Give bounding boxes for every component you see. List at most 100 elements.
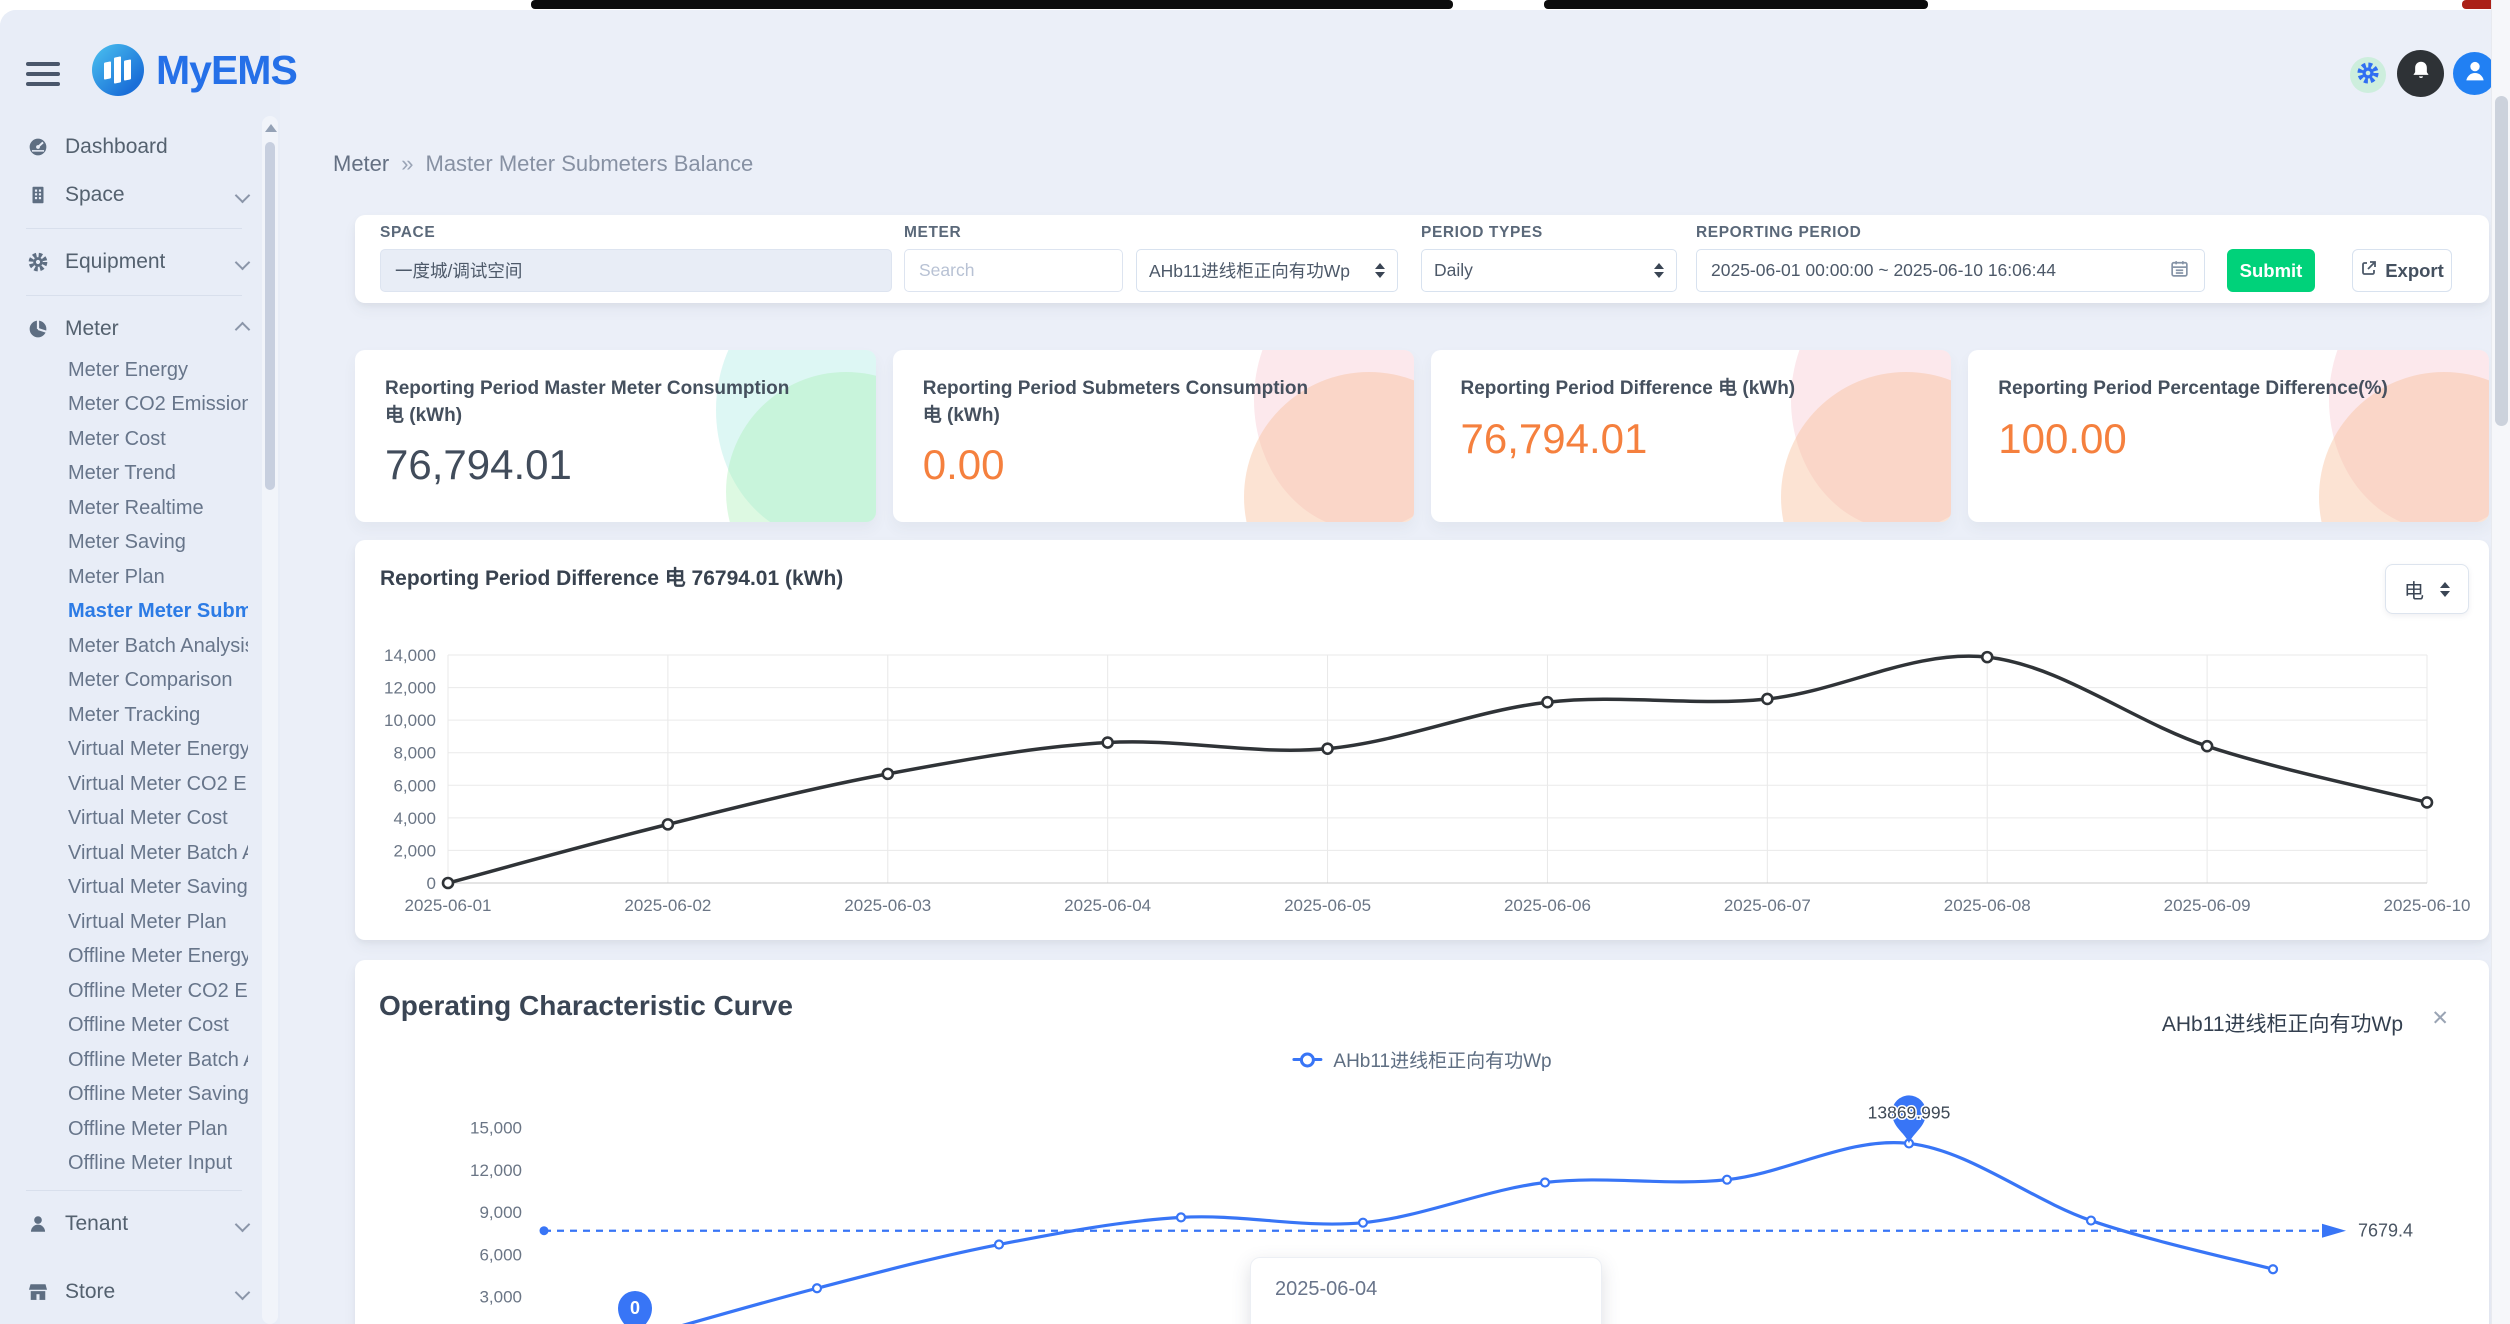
svg-text:2025-06-02: 2025-06-02 [624, 896, 711, 915]
sidebar-item-virtual-meter-batch-analysis[interactable]: Virtual Meter Batch Analysis [0, 836, 262, 871]
sidebar-item-meter-tracking[interactable]: Meter Tracking [0, 698, 262, 733]
sidebar-item-meter[interactable]: Meter [0, 305, 262, 353]
sidebar-item-meter-realtime[interactable]: Meter Realtime [0, 491, 262, 526]
sidebar-item-virtual-meter-energy[interactable]: Virtual Meter Energy [0, 733, 262, 768]
chevron-down-icon [235, 1216, 251, 1232]
period-types-label: PERIOD TYPES [1421, 224, 1543, 242]
tooltip-date: 2025-06-04 [1275, 1278, 1577, 1301]
submit-button[interactable]: Submit [2227, 249, 2315, 292]
sidebar-item-offline-meter-energy[interactable]: Offline Meter Energy [0, 940, 262, 975]
sidebar-item-meter-batch-analysis[interactable]: Meter Batch Analysis [0, 629, 262, 664]
space-input[interactable] [380, 249, 892, 292]
sidebar-item-virtual-meter-plan[interactable]: Virtual Meter Plan [0, 905, 262, 940]
chevron-down-icon [235, 254, 251, 270]
sidebar-item-space[interactable]: Space [0, 171, 262, 219]
gauge-icon [26, 135, 50, 159]
scroll-up-arrow-icon[interactable] [265, 124, 277, 132]
svg-text:2025-06-04: 2025-06-04 [1064, 896, 1151, 915]
sidebar-item-label: Tenant [65, 1212, 128, 1236]
close-icon[interactable]: ✕ [2431, 1006, 2449, 1031]
sidebar-item-meter-co2-emissions[interactable]: Meter CO2 Emissions [0, 388, 262, 423]
user-icon [2461, 57, 2489, 90]
svg-text:12,000: 12,000 [470, 1161, 522, 1180]
sidebar-item-label: Dashboard [65, 135, 168, 159]
breadcrumb: Meter » Master Meter Submeters Balance [333, 151, 753, 177]
sidebar-item-label: Offline Meter Plan [68, 1118, 228, 1141]
period-type-select[interactable]: Daily [1421, 249, 1677, 292]
sidebar-item-label: Virtual Meter Energy [68, 738, 248, 761]
meter-label: METER [904, 224, 961, 242]
card-title: Reporting Period Submeters Consumption 电… [923, 376, 1328, 429]
sidebar-divider [26, 1190, 242, 1191]
svg-text:2,000: 2,000 [393, 841, 436, 860]
sidebar-item-virtual-meter-co2-emissions[interactable]: Virtual Meter CO2 Emissions [0, 767, 262, 802]
svg-text:0: 0 [427, 874, 436, 893]
card-value: 0.00 [923, 441, 1384, 489]
sidebar-item-offline-meter-saving[interactable]: Offline Meter Saving [0, 1078, 262, 1113]
breadcrumb-section[interactable]: Meter [333, 151, 389, 177]
sidebar-item-label: Virtual Meter CO2 Emissions [68, 773, 248, 796]
sidebar-item-offline-meter-cost[interactable]: Offline Meter Cost [0, 1009, 262, 1044]
sidebar-item-meter-energy[interactable]: Meter Energy [0, 353, 262, 388]
sidebar-item-label: Offline Meter CO2 Emissions [68, 980, 248, 1003]
legend-item[interactable]: AHb11进线柜正向有功Wp [1292, 1046, 1551, 1073]
operating-curve-title: Operating Characteristic Curve [379, 990, 793, 1022]
svg-text:2025-06-09: 2025-06-09 [2164, 896, 2251, 915]
period-type-value: Daily [1434, 260, 1646, 281]
difference-chart-card: Reporting Period Difference 电 76794.01 (… [355, 540, 2489, 940]
sidebar-item-offline-meter-co2-emissions[interactable]: Offline Meter CO2 Emissions [0, 974, 262, 1009]
sidebar-item-label: Meter Saving [68, 531, 186, 554]
export-button-label: Export [2385, 260, 2444, 282]
sidebar-item-label: Offline Meter Energy [68, 945, 248, 968]
sidebar-item-offline-meter-plan[interactable]: Offline Meter Plan [0, 1112, 262, 1147]
building-icon [26, 183, 50, 207]
energy-unit-select[interactable]: 电 [2385, 564, 2469, 614]
difference-line-chart[interactable]: 02,0004,0006,0008,00010,00012,00014,0002… [370, 638, 2470, 934]
svg-text:2025-06-01: 2025-06-01 [405, 896, 492, 915]
svg-text:2025-06-10: 2025-06-10 [2384, 896, 2470, 915]
meter-select[interactable]: AHb11进线柜正向有功Wp [1136, 249, 1398, 292]
axis-labels: 02,0004,0006,0008,00010,00012,00014,0002… [384, 646, 2470, 915]
sidebar-item-dashboard[interactable]: Dashboard [0, 123, 262, 171]
sidebar-item-offline-meter-input[interactable]: Offline Meter Input [0, 1147, 262, 1182]
sidebar-item-meter-cost[interactable]: Meter Cost [0, 422, 262, 457]
sidebar-item-equipment[interactable]: Equipment [0, 238, 262, 286]
sidebar-item-offline-meter-batch-analysis[interactable]: Offline Meter Batch Analysis [0, 1043, 262, 1078]
sidebar-item-store[interactable]: Store [0, 1268, 262, 1316]
settings-button[interactable] [2350, 57, 2386, 93]
sidebar-item-meter-trend[interactable]: Meter Trend [0, 457, 262, 492]
sidebar-divider [26, 228, 242, 229]
summary-card-reporting-period-difference-kwh: Reporting Period Difference 电 (kWh)76,79… [1431, 350, 1952, 522]
brand-logo[interactable]: MyEMS [92, 44, 297, 96]
export-button[interactable]: Export [2352, 249, 2452, 292]
reporting-period-input[interactable]: 2025-06-01 00:00:00 ~ 2025-06-10 16:06:4… [1696, 249, 2205, 292]
svg-text:0: 0 [630, 1298, 640, 1318]
sidebar-item-tenant[interactable]: Tenant [0, 1200, 262, 1248]
sidebar-item-virtual-meter-saving[interactable]: Virtual Meter Saving [0, 871, 262, 906]
person-icon [26, 1212, 50, 1236]
sidebar-divider [26, 295, 242, 296]
svg-text:12,000: 12,000 [384, 679, 436, 698]
browser-scrollbar-track[interactable] [2491, 0, 2510, 1324]
sidebar-item-virtual-meter-cost[interactable]: Virtual Meter Cost [0, 802, 262, 837]
menu-toggle-button[interactable] [26, 62, 60, 86]
select-arrows-icon [1375, 263, 1385, 278]
calendar-icon [2169, 258, 2190, 284]
card-title: Reporting Period Percentage Difference(%… [1998, 376, 2403, 403]
sidebar-item-meter-comparison[interactable]: Meter Comparison [0, 664, 262, 699]
chart-tooltip: 2025-06-04 AHb11进线柜正向有功Wp 8,625 [1250, 1257, 1602, 1324]
meter-search-input[interactable] [904, 249, 1123, 292]
sidebar-item-master-meter-submeters-balance[interactable]: Master Meter Submeters Balance [0, 595, 262, 630]
profile-button[interactable] [2453, 52, 2496, 95]
sidebar-scrollbar-thumb[interactable] [265, 142, 275, 490]
sidebar-item-label: Meter CO2 Emissions [68, 393, 248, 416]
pie-chart-icon [26, 317, 50, 341]
svg-text:8,000: 8,000 [393, 744, 436, 763]
sidebar-item-meter-saving[interactable]: Meter Saving [0, 526, 262, 561]
tooltip-series-name: AHb11进线柜正向有功Wp [1298, 1319, 1492, 1324]
notifications-button[interactable] [2397, 50, 2444, 97]
sidebar: MyEMS DashboardSpaceEquipmentMeterMeter … [0, 10, 280, 1324]
sidebar-item-meter-plan[interactable]: Meter Plan [0, 560, 262, 595]
browser-scrollbar-thumb[interactable] [2495, 96, 2508, 426]
sidebar-item-label: Meter Trend [68, 462, 176, 485]
